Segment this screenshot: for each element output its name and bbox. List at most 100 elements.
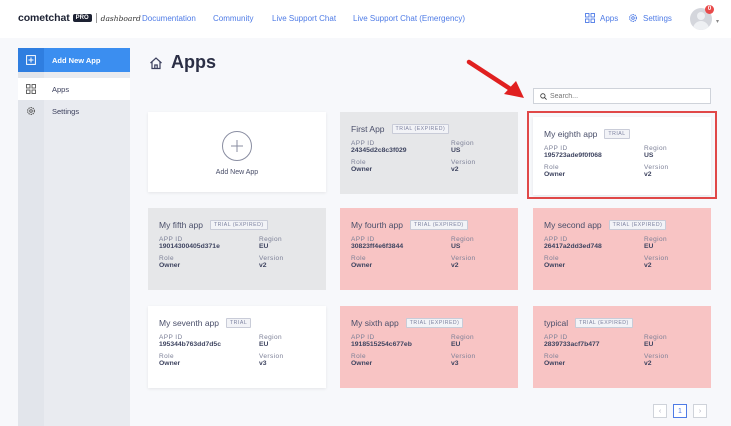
version-label: Version (451, 255, 476, 262)
region-label: Region (644, 334, 667, 341)
role-value: Owner (351, 360, 373, 367)
role-label: Role (544, 255, 559, 262)
region-label: Region (644, 236, 667, 243)
app-id-value: 24345d2c8c3f029 (351, 147, 407, 154)
app-card-first-app[interactable]: First App TRIAL (EXPIRED) APP ID 24345d2… (340, 112, 518, 194)
avatar-head (697, 12, 705, 20)
region-label: Region (451, 334, 474, 341)
app-card-my-seventh-app[interactable]: My seventh app TRIAL APP ID 195344b763dd… (148, 306, 326, 388)
sidebar-item-settings[interactable]: Settings (18, 100, 130, 122)
app-id-value: 1918515254c677eb (351, 341, 412, 348)
add-square-icon (18, 48, 44, 72)
app-card-my-fourth-app[interactable]: My fourth app TRIAL (EXPIRED) APP ID 308… (340, 208, 518, 290)
app-id-value: 26417a2dd3ed748 (544, 243, 602, 250)
app-name: My second app (544, 220, 602, 230)
app-id-value: 2839733acf7b477 (544, 341, 600, 348)
app-name: My fourth app (351, 220, 403, 230)
home-icon (150, 56, 162, 69)
plus-circle-icon (222, 130, 252, 161)
sidebar-add-new-app[interactable]: Add New App (18, 48, 130, 72)
app-card-typical[interactable]: typical TRIAL (EXPIRED) APP ID 2839733ac… (533, 306, 711, 388)
trial-status-badge: TRIAL (EXPIRED) (409, 220, 468, 230)
logo-pro-badge: PRO (72, 14, 92, 22)
annotation-arrow-icon (466, 59, 524, 98)
add-new-app-card[interactable]: Add New App (148, 112, 326, 192)
app-id-label: APP ID (351, 334, 375, 341)
search-input[interactable] (550, 92, 710, 100)
app-id-label: APP ID (544, 334, 568, 341)
sidebar: Add New App Apps Settings (18, 48, 130, 426)
app-name: My seventh app (159, 318, 220, 328)
region-label: Region (451, 140, 474, 147)
version-value: v2 (259, 262, 267, 269)
page-title-text: Apps (171, 52, 216, 72)
trial-status-badge: TRIAL (EXPIRED) (575, 318, 633, 328)
nav-link-community[interactable]: Community (213, 14, 253, 23)
version-label: Version (451, 159, 476, 166)
app-card-my-sixth-app[interactable]: My sixth app TRIAL (EXPIRED) APP ID 1918… (340, 306, 518, 388)
sidebar-item-label: Apps (52, 84, 70, 94)
role-label: Role (351, 353, 366, 360)
add-new-app-label: Add New App (215, 168, 259, 176)
app-id-label: APP ID (351, 236, 375, 243)
role-label: Role (544, 353, 559, 360)
top-nav: cometchat PRO dashboard Documentation Co… (0, 0, 731, 38)
nav-link-documentation[interactable]: Documentation (142, 14, 196, 23)
app-id-value: 195344b763dd7d5c (159, 341, 221, 348)
version-value: v2 (644, 262, 652, 269)
region-label: Region (451, 236, 474, 243)
app-id-value: 19014300405d371e (159, 243, 220, 250)
app-id-label: APP ID (159, 236, 183, 243)
logo-dashboard: dashboard (100, 13, 141, 23)
sidebar-add-label: Add New App (52, 55, 101, 65)
version-label: Version (644, 353, 669, 360)
sidebar-item-apps[interactable]: Apps (18, 78, 130, 100)
region-label: Region (259, 334, 282, 341)
role-value: Owner (544, 360, 566, 367)
pagination-prev-button[interactable]: ‹ (653, 404, 667, 418)
role-value: Owner (351, 262, 373, 269)
nav-apps-button[interactable]: Apps (585, 13, 618, 23)
role-value: Owner (351, 166, 373, 173)
nav-settings-label: Settings (643, 13, 672, 23)
search-icon (540, 92, 547, 100)
notification-badge: 0 (705, 5, 714, 14)
chevron-down-icon[interactable]: ▾ (716, 18, 719, 25)
trial-status-badge: TRIAL (EXPIRED) (405, 318, 464, 328)
role-label: Role (351, 159, 366, 166)
app-name: My fifth app (159, 220, 203, 230)
page-title: Apps (149, 52, 216, 73)
trial-status-badge: TRIAL (EXPIRED) (209, 220, 268, 230)
role-value: Owner (159, 360, 181, 367)
app-name: typical (544, 318, 569, 328)
region-value: EU (259, 243, 269, 250)
version-label: Version (644, 255, 669, 262)
region-value: EU (644, 243, 654, 250)
avatar-body (693, 21, 709, 30)
logo[interactable]: cometchat PRO dashboard (18, 12, 141, 24)
role-value: Owner (544, 262, 566, 269)
logo-divider (95, 13, 97, 23)
version-value: v3 (451, 360, 459, 367)
app-id-label: APP ID (351, 140, 375, 147)
region-value: US (451, 243, 461, 250)
version-value: v2 (451, 262, 459, 269)
version-value: v2 (644, 360, 652, 367)
app-card-my-second-app[interactable]: My second app TRIAL (EXPIRED) APP ID 264… (533, 208, 711, 290)
version-label: Version (451, 353, 476, 360)
app-id-value: 30823ff4e6f3844 (351, 243, 404, 250)
app-name: My sixth app (351, 318, 399, 328)
search-box[interactable] (533, 88, 711, 104)
nav-link-live-support-emergency[interactable]: Live Support Chat (Emergency) (353, 14, 465, 23)
role-label: Role (351, 255, 366, 262)
gear-icon (629, 14, 637, 22)
role-label: Role (159, 353, 174, 360)
pagination-page-current[interactable]: 1 (673, 404, 687, 418)
nav-link-live-support[interactable]: Live Support Chat (272, 14, 336, 23)
app-card-my-fifth-app[interactable]: My fifth app TRIAL (EXPIRED) APP ID 1901… (148, 208, 326, 290)
pagination-next-button[interactable]: › (693, 404, 707, 418)
grid-icon (585, 13, 595, 23)
role-label: Role (159, 255, 174, 262)
highlight-box (527, 111, 717, 199)
nav-settings-button[interactable]: Settings (628, 13, 672, 23)
